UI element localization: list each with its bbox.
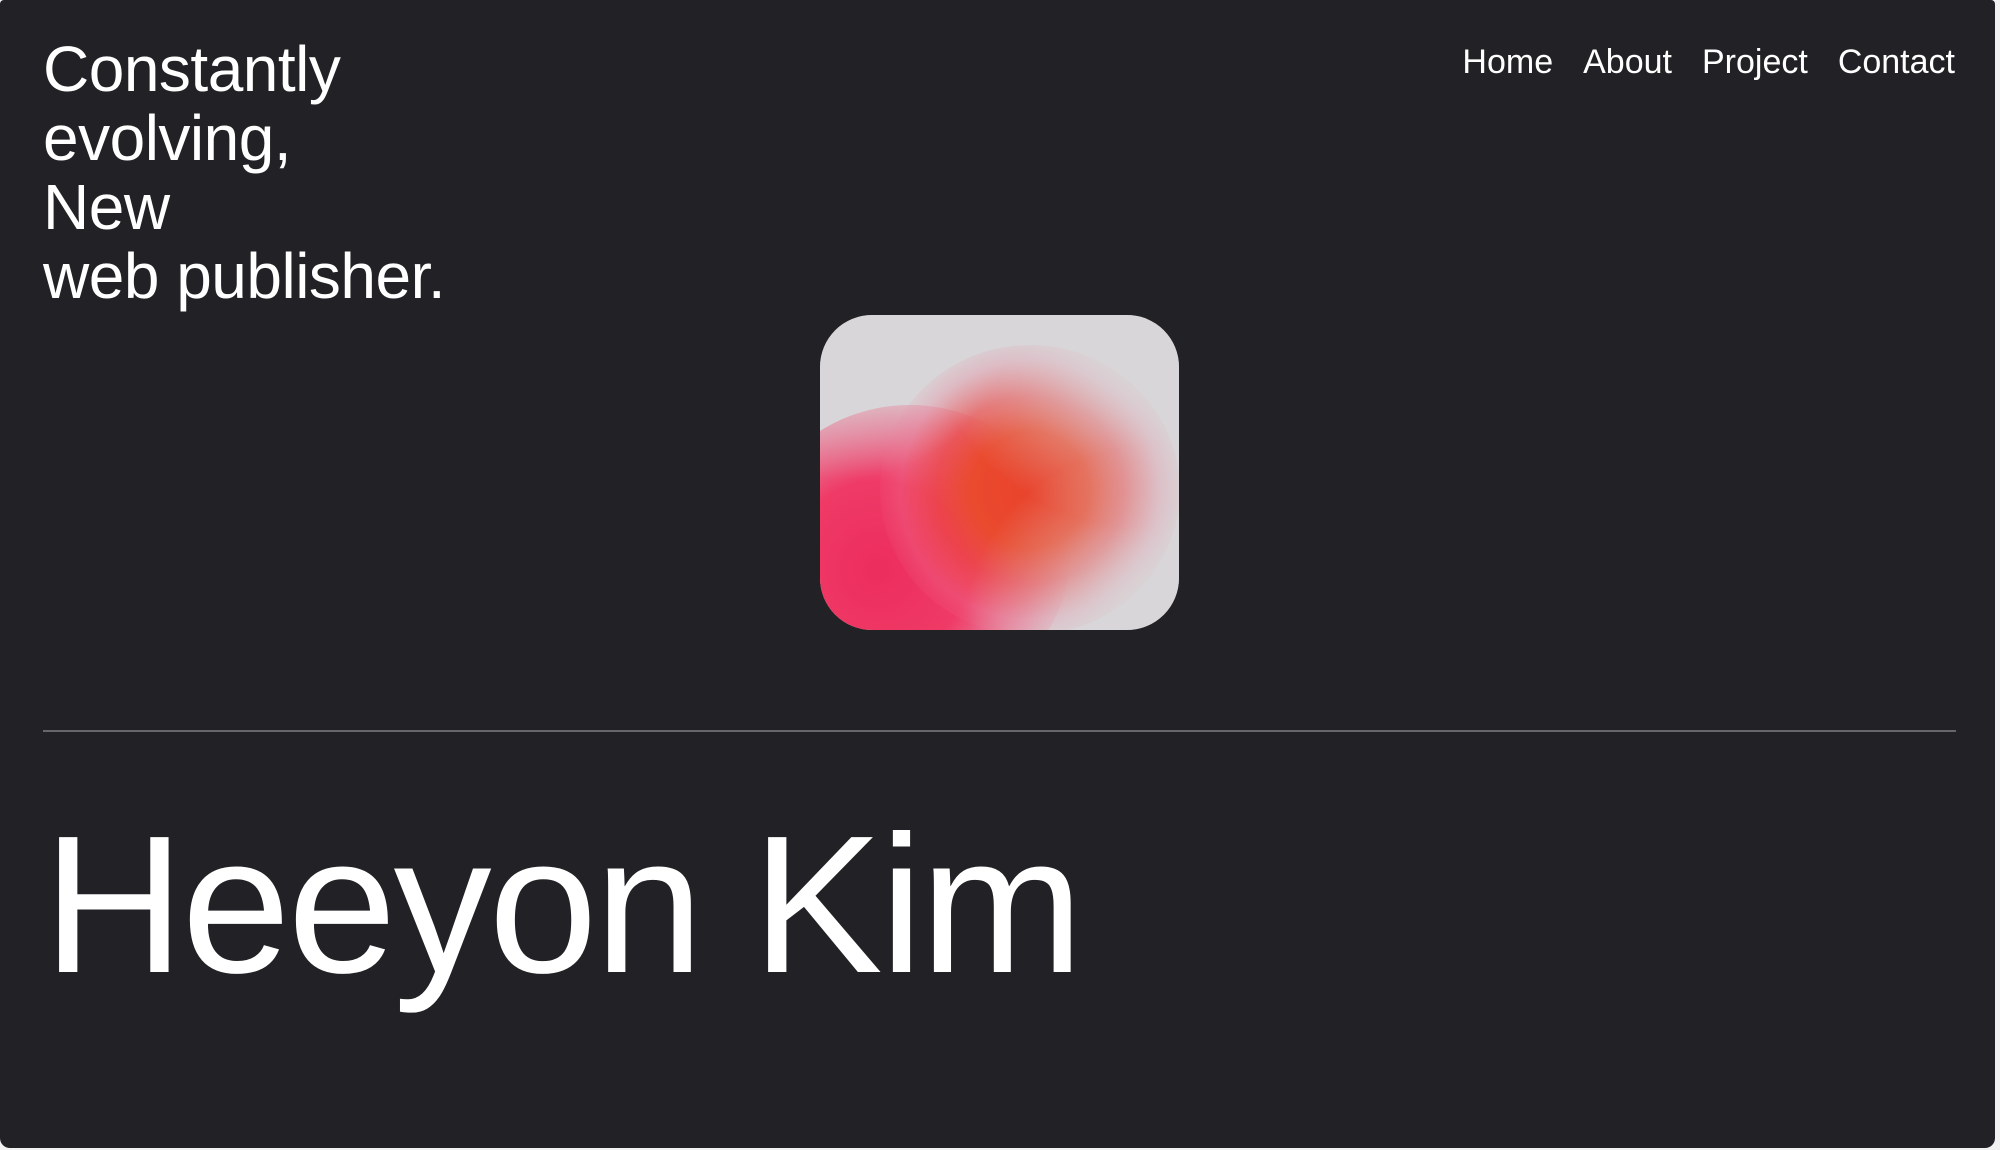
gradient-artwork [820, 315, 1179, 630]
tagline-line: web publisher. [43, 240, 446, 312]
nav-link-home[interactable]: Home [1462, 40, 1553, 84]
nav-link-project[interactable]: Project [1702, 40, 1808, 84]
page-frame: Constantly evolving, New web publisher. … [0, 0, 1995, 1148]
tagline-line: evolving, [43, 102, 292, 174]
section-divider [43, 730, 1956, 732]
nav-link-contact[interactable]: Contact [1838, 40, 1955, 84]
tagline-line: New [43, 171, 170, 243]
nav-link-about[interactable]: About [1583, 40, 1672, 84]
tagline: Constantly evolving, New web publisher. [43, 33, 446, 312]
main-nav: Home About Project Contact [1462, 40, 1955, 84]
tagline-line: Constantly [43, 33, 341, 105]
gradient-veil [820, 315, 1179, 630]
hero-name: Heeyon Kim [43, 795, 1084, 1014]
